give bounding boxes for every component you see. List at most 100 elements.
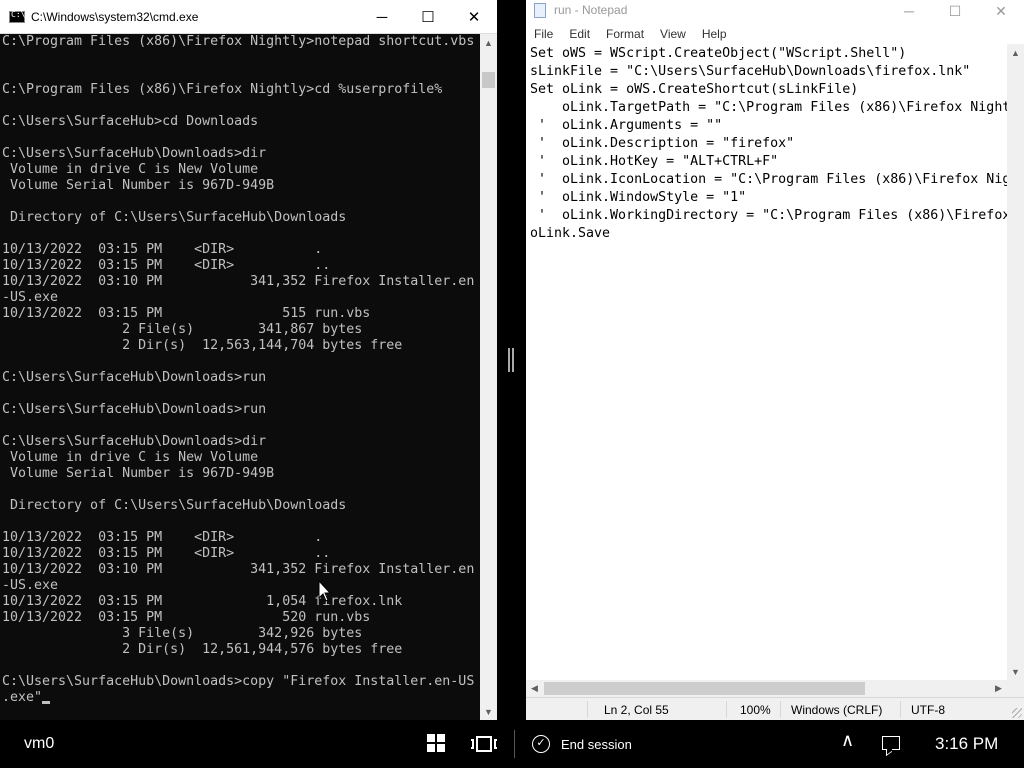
notepad-hscroll-thumb[interactable] [544, 682, 865, 695]
notepad-scroll-down-icon[interactable]: ▼ [1007, 663, 1024, 680]
console-line: -US.exe [2, 290, 59, 305]
console-line: 10/13/2022 03:15 PM <DIR> . [2, 530, 323, 545]
notepad-line: Set oLink = oWS.CreateShortcut(sLinkFile… [530, 82, 859, 97]
notepad-text-area[interactable]: Set oWS = WScript.CreateObject("WScript.… [526, 44, 1007, 680]
console-line: C:\Users\SurfaceHub\Downloads>dir [2, 434, 267, 449]
console-line: 10/13/2022 03:15 PM <DIR> . [2, 242, 323, 257]
status-divider [900, 701, 901, 718]
status-zoom: 100% [740, 703, 771, 717]
cmd-close-button[interactable]: ✕ [451, 0, 497, 34]
console-line: -US.exe [2, 578, 59, 593]
end-session-button[interactable]: End session [561, 737, 632, 752]
resize-grip-icon[interactable] [1012, 708, 1022, 718]
notepad-scroll-corner [1007, 680, 1024, 697]
console-cursor-icon [42, 701, 51, 704]
notepad-line: oLink.TargetPath = "C:\Program Files (x8… [562, 100, 1007, 115]
menu-help[interactable]: Help [694, 25, 735, 44]
notepad-line: sLinkFile = "C:\Users\SurfaceHub\Downloa… [530, 64, 971, 79]
console-line: Volume in drive C is New Volume [2, 450, 259, 465]
notepad-vertical-scrollbar[interactable]: ▲ ▼ [1007, 44, 1024, 680]
console-line: 10/13/2022 03:10 PM 341,352 Firefox Inst… [2, 562, 475, 577]
task-view-icon[interactable] [471, 736, 497, 752]
console-line: C:\Program Files (x86)\Firefox Nightly>c… [2, 82, 443, 97]
status-divider [780, 701, 781, 718]
cmd-console-output[interactable]: C:\Program Files (x86)\Firefox Nightly>n… [0, 34, 480, 720]
taskbar-clock[interactable]: 3:16 PM [935, 734, 998, 754]
notepad-horizontal-scrollbar[interactable]: ◀ ▶ [526, 680, 1007, 697]
console-line: 10/13/2022 03:15 PM 520 run.vbs [2, 610, 371, 625]
vm-name-label: vm0 [24, 735, 55, 752]
console-line: 10/13/2022 03:15 PM <DIR> .. [2, 546, 331, 561]
status-cursor-position: Ln 2, Col 55 [604, 703, 669, 717]
cmd-minimize-button[interactable]: ─ [359, 0, 405, 34]
console-line: 10/13/2022 03:15 PM 1,054 firefox.lnk [2, 594, 403, 609]
console-line: Directory of C:\Users\SurfaceHub\Downloa… [2, 498, 347, 513]
notepad-scroll-up-icon[interactable]: ▲ [1007, 44, 1024, 61]
notepad-minimize-button[interactable]: ─ [886, 0, 932, 22]
console-line: C:\Users\SurfaceHub\Downloads>copy "Fire… [2, 674, 475, 689]
notepad-statusbar: Ln 2, Col 55 100% Windows (CRLF) UTF-8 [526, 697, 1024, 720]
status-divider [587, 701, 588, 718]
menu-file[interactable]: File [526, 25, 561, 44]
notepad-maximize-button[interactable]: ☐ [932, 0, 978, 22]
notepad-line: ' oLink.WorkingDirectory = "C:\Program F… [538, 208, 1007, 223]
start-windows-icon[interactable] [427, 734, 445, 752]
menu-view[interactable]: View [652, 25, 694, 44]
console-line: C:\Users\SurfaceHub>cd Downloads [2, 114, 259, 129]
mouse-pointer-icon [318, 579, 332, 602]
cmd-vertical-scrollbar[interactable]: ▲ ▼ [480, 34, 497, 720]
notepad-line: ' oLink.IconLocation = "C:\Program Files… [538, 172, 1007, 187]
console-line: 2 Dir(s) 12,563,144,704 bytes free [2, 338, 403, 353]
cmd-window-title: C:\Windows\system32\cmd.exe [31, 10, 199, 24]
snap-splitter[interactable] [497, 0, 526, 720]
notepad-titlebar[interactable]: run - Notepad ─ ☐ ✕ [526, 0, 1024, 22]
cmd-scroll-down-icon[interactable]: ▼ [480, 703, 497, 720]
notepad-line: ' oLink.Description = "firefox" [530, 136, 795, 151]
notepad-line: ' oLink.HotKey = "ALT+CTRL+F" [530, 154, 779, 169]
notepad-line: ' oLink.Arguments = "" [530, 118, 723, 133]
notepad-scroll-left-icon[interactable]: ◀ [526, 680, 543, 697]
cmd-scroll-thumb[interactable] [482, 72, 495, 88]
notepad-window[interactable]: run - Notepad ─ ☐ ✕ File Edit Format Vie… [526, 0, 1024, 720]
notepad-scroll-right-icon[interactable]: ▶ [990, 680, 1007, 697]
cmd-window[interactable]: C:\ C:\Windows\system32\cmd.exe ─ ☐ ✕ C:… [0, 0, 497, 720]
console-line: C:\Program Files (x86)\Firefox Nightly>n… [2, 34, 475, 49]
end-session-check-icon[interactable]: ✓ [532, 735, 550, 753]
cmd-maximize-button[interactable]: ☐ [405, 0, 451, 34]
console-line: C:\Users\SurfaceHub\Downloads>run [2, 402, 267, 417]
show-hidden-icons-chevron-icon[interactable]: ∧ [841, 730, 854, 751]
notification-center-icon[interactable] [882, 736, 900, 750]
splitter-handle-icon[interactable] [508, 348, 514, 372]
menu-format[interactable]: Format [598, 25, 652, 44]
console-line: 3 File(s) 342,926 bytes [2, 626, 363, 641]
notepad-line: oLink.Save [530, 226, 611, 241]
console-line: 10/13/2022 03:15 PM 515 run.vbs [2, 306, 371, 321]
console-line: C:\Users\SurfaceHub\Downloads>dir [2, 146, 267, 161]
console-line: .exe" [2, 690, 480, 706]
cmd-titlebar[interactable]: C:\ C:\Windows\system32\cmd.exe ─ ☐ ✕ [0, 0, 497, 34]
cmd-scroll-up-icon[interactable]: ▲ [480, 34, 497, 51]
status-line-ending: Windows (CRLF) [791, 703, 883, 717]
status-encoding: UTF-8 [911, 703, 945, 717]
console-line: Volume in drive C is New Volume [2, 162, 259, 177]
console-line: 2 File(s) 341,867 bytes [2, 322, 363, 337]
console-line: Volume Serial Number is 967D-949B [2, 178, 275, 193]
menu-edit[interactable]: Edit [561, 25, 598, 44]
notepad-close-button[interactable]: ✕ [978, 0, 1024, 22]
console-line: Volume Serial Number is 967D-949B [2, 466, 275, 481]
taskbar-divider [514, 730, 515, 758]
notepad-menubar: File Edit Format View Help [526, 25, 735, 44]
taskbar: vm0 ✓ End session ∧ 3:16 PM [0, 720, 1024, 768]
console-line: C:\Users\SurfaceHub\Downloads>run [2, 370, 267, 385]
console-line: 2 Dir(s) 12,561,944,576 bytes free [2, 642, 403, 657]
